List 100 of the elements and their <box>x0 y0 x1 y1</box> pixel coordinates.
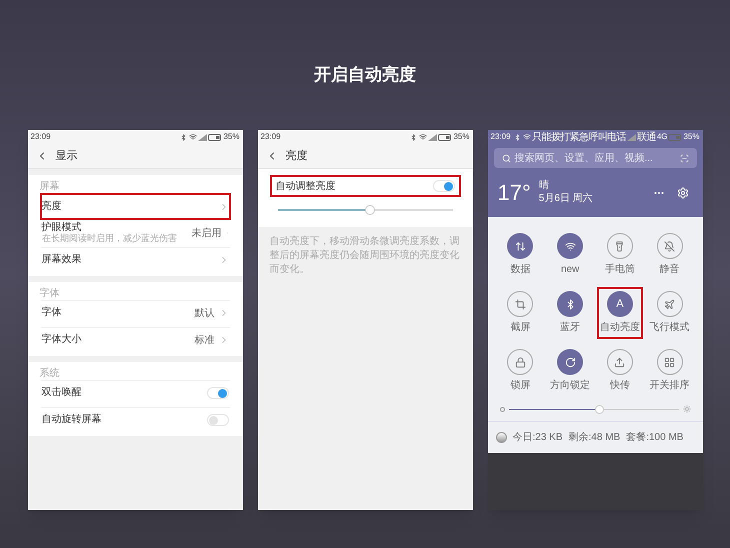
rotate-icon <box>564 356 576 368</box>
settings-row[interactable]: 双击唤醒 <box>40 380 230 407</box>
battery-percent: 35% <box>453 131 470 143</box>
status-notice: 只能拨打紧急呼叫电话 <box>532 130 626 144</box>
settings-row[interactable]: 字体大小 标准 <box>40 327 230 354</box>
tile-glyph: A <box>616 296 624 312</box>
tile-label: 方向锁定 <box>550 378 590 393</box>
section-header: 系统 <box>38 366 60 380</box>
signal-icon <box>428 134 438 140</box>
status-time: 23:09 <box>30 131 51 143</box>
search-field[interactable]: 搜索网页、设置、应用、视频... <box>494 148 696 168</box>
temperature: 17° <box>498 182 531 204</box>
toggle-tile[interactable]: 锁屏 <box>498 345 544 397</box>
tile-label: 开关排序 <box>650 378 690 393</box>
upload-icon <box>614 356 626 368</box>
toggle-tile[interactable]: 数据 <box>498 229 544 281</box>
usage-remaining: 剩余:48 MB <box>568 431 620 445</box>
battery-percent: 35% <box>683 131 700 143</box>
battery-icon <box>438 134 452 140</box>
tile-label: 蓝牙 <box>560 320 580 335</box>
settings-row[interactable]: 亮度 <box>40 193 230 220</box>
toggle-tile[interactable]: A 自动亮度 <box>597 287 643 339</box>
dim-icon <box>500 406 504 412</box>
toggle-tile[interactable]: 截屏 <box>498 287 544 339</box>
toggle-switch[interactable] <box>206 414 228 426</box>
help-text: 自动亮度下，移动滑动条微调亮度系数，调整后的屏幕亮度仍会随周围环境的亮度变化而变化。 <box>268 234 460 277</box>
weather-date: 5月6日 周六 <box>538 192 593 205</box>
slider-thumb[interactable] <box>365 205 376 215</box>
settings-icon[interactable] <box>676 186 688 198</box>
status-time: 23:09 <box>490 131 511 143</box>
slider-thumb[interactable] <box>594 404 604 414</box>
plane-icon <box>664 298 676 310</box>
row-label: 双击唤醒 <box>42 388 82 398</box>
wifi-icon <box>564 240 576 252</box>
status-time: 23:09 <box>260 131 281 143</box>
lock-icon <box>514 356 526 368</box>
signal-icon <box>198 134 208 140</box>
battery-icon <box>668 134 682 140</box>
bluetooth-icon <box>564 298 576 310</box>
toggle-tile[interactable]: 蓝牙 <box>547 287 593 339</box>
grid-icon <box>664 356 676 368</box>
flashlight-icon <box>614 240 626 252</box>
toggle-tile[interactable]: new <box>547 229 593 281</box>
row-label: 屏幕效果 <box>42 255 82 265</box>
scan-icon[interactable] <box>680 154 688 162</box>
toggle-tile[interactable]: 静音 <box>646 229 692 281</box>
toggle-switch[interactable] <box>432 180 454 192</box>
toggle-tile[interactable]: 快传 <box>597 345 643 397</box>
row-label: 亮度 <box>42 202 62 212</box>
tile-label: 截屏 <box>510 320 530 335</box>
bell-off-icon <box>664 240 676 252</box>
status-network: 4G <box>656 131 668 143</box>
toggle-tile[interactable]: 开关排序 <box>646 345 692 397</box>
signal-icon <box>627 134 636 140</box>
tile-label: new <box>560 263 580 277</box>
settings-row[interactable]: 护眼模式 在长期阅读时启用，减少蓝光伤害 未启用 <box>40 220 230 247</box>
battery-percent: 35% <box>223 131 240 143</box>
row-subtitle: 在长期阅读时启用，减少蓝光伤害 <box>42 234 176 243</box>
row-label: 字体大小 <box>42 335 82 345</box>
sun-icon <box>682 405 690 413</box>
tile-label: 快传 <box>610 378 630 393</box>
arrows-icon <box>514 240 526 252</box>
data-usage-icon <box>496 432 506 443</box>
usage-today: 今日:23 KB <box>512 431 563 445</box>
slide-title: 开启自动亮度 <box>314 64 416 86</box>
row-value: 未启用 <box>192 226 222 240</box>
row-label: 自动旋转屏幕 <box>42 415 102 425</box>
toggle-tile[interactable]: 手电筒 <box>597 229 643 281</box>
bluetooth-icon <box>180 134 188 140</box>
row-label: 护眼模式 <box>42 222 82 232</box>
section-header: 字体 <box>38 286 60 300</box>
toggle-tile[interactable]: 飞行模式 <box>646 287 692 339</box>
settings-row[interactable]: 自动旋转屏幕 <box>40 407 230 434</box>
screen-title: 亮度 <box>286 148 308 164</box>
battery-icon <box>208 134 222 140</box>
row-value: 默认 <box>194 306 214 320</box>
screen-title: 显示 <box>56 148 78 164</box>
bluetooth-icon <box>410 134 418 140</box>
status-carrier: 联通 <box>637 130 656 144</box>
settings-row[interactable]: 自动调整亮度 <box>270 175 460 197</box>
settings-row[interactable]: 字体 默认 <box>40 300 230 327</box>
row-label: 自动调整亮度 <box>276 180 336 194</box>
settings-row[interactable]: 屏幕效果 <box>40 247 230 274</box>
tile-label: 自动亮度 <box>600 320 640 335</box>
bluetooth-icon <box>514 134 521 140</box>
weather-condition: 晴 <box>538 180 550 192</box>
search-placeholder: 搜索网页、设置、应用、视频... <box>514 152 654 166</box>
section-header: 屏幕 <box>38 180 60 193</box>
row-label: 字体 <box>42 308 62 318</box>
tile-label: 手电筒 <box>604 262 635 277</box>
tile-label: 飞行模式 <box>650 320 690 335</box>
tile-label: 静音 <box>660 262 680 277</box>
wifi-icon <box>419 133 428 141</box>
tile-label: 数据 <box>510 263 530 277</box>
toggle-tile[interactable]: 方向锁定 <box>547 345 593 397</box>
toggle-switch[interactable] <box>206 387 228 399</box>
wifi-icon <box>522 133 531 141</box>
tile-label: 锁屏 <box>510 379 530 393</box>
wifi-icon <box>189 133 198 141</box>
usage-plan: 套餐:100 MB <box>626 430 684 445</box>
